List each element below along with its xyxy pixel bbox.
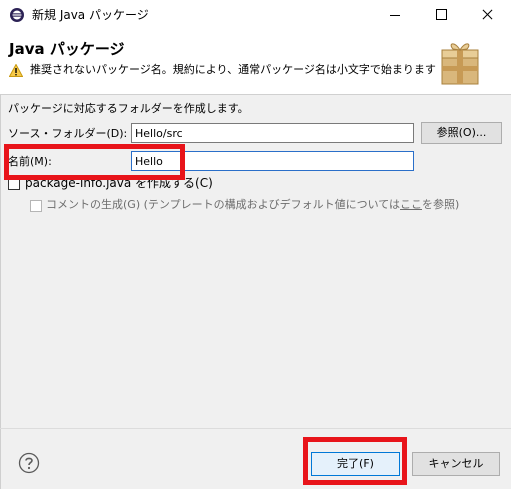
- header-message: 推奨されないパッケージ名。規約により、通常パッケージ名は小文字で始まります: [30, 63, 436, 76]
- generate-comments-text-end: を参照): [422, 198, 460, 211]
- eclipse-icon: [10, 8, 24, 22]
- name-input[interactable]: [131, 151, 414, 171]
- name-label: 名前(M):: [8, 155, 52, 168]
- page-title: Java パッケージ: [9, 40, 125, 58]
- frame-edge: [0, 94, 1, 489]
- minimize-button[interactable]: [372, 0, 418, 30]
- package-wizard-icon: [441, 43, 479, 85]
- generate-comments-checkbox[interactable]: [30, 200, 42, 212]
- generate-comments-label: コメントの生成(G) (テンプレートの構成およびデフォルト値についてはここを参照…: [46, 198, 459, 212]
- browse-button[interactable]: 参照(O)...: [421, 122, 502, 144]
- source-folder-label: ソース・フォルダー(D):: [8, 127, 128, 140]
- package-info-checkbox[interactable]: [8, 178, 20, 190]
- warning-icon: [9, 64, 23, 77]
- cancel-button[interactable]: キャンセル: [412, 452, 500, 476]
- package-info-label[interactable]: package-info.java を作成する(C): [25, 176, 213, 190]
- finish-button[interactable]: 完了(F): [311, 452, 400, 476]
- help-icon[interactable]: [18, 452, 40, 474]
- close-button[interactable]: [464, 0, 510, 30]
- source-folder-input[interactable]: [131, 123, 414, 143]
- window-title: 新規 Java パッケージ: [32, 8, 149, 22]
- form-description: パッケージに対応するフォルダーを作成します。: [8, 102, 249, 115]
- wizard-header: Java パッケージ 推奨されないパッケージ名。規約により、通常パッケージ名は小…: [0, 30, 511, 95]
- maximize-button[interactable]: [418, 0, 464, 30]
- footer-divider: [0, 428, 511, 429]
- generate-comments-text: コメントの生成(G) (テンプレートの構成およびデフォルト値については: [46, 198, 401, 211]
- title-bar: 新規 Java パッケージ: [0, 0, 511, 30]
- templates-link[interactable]: ここ: [400, 198, 422, 211]
